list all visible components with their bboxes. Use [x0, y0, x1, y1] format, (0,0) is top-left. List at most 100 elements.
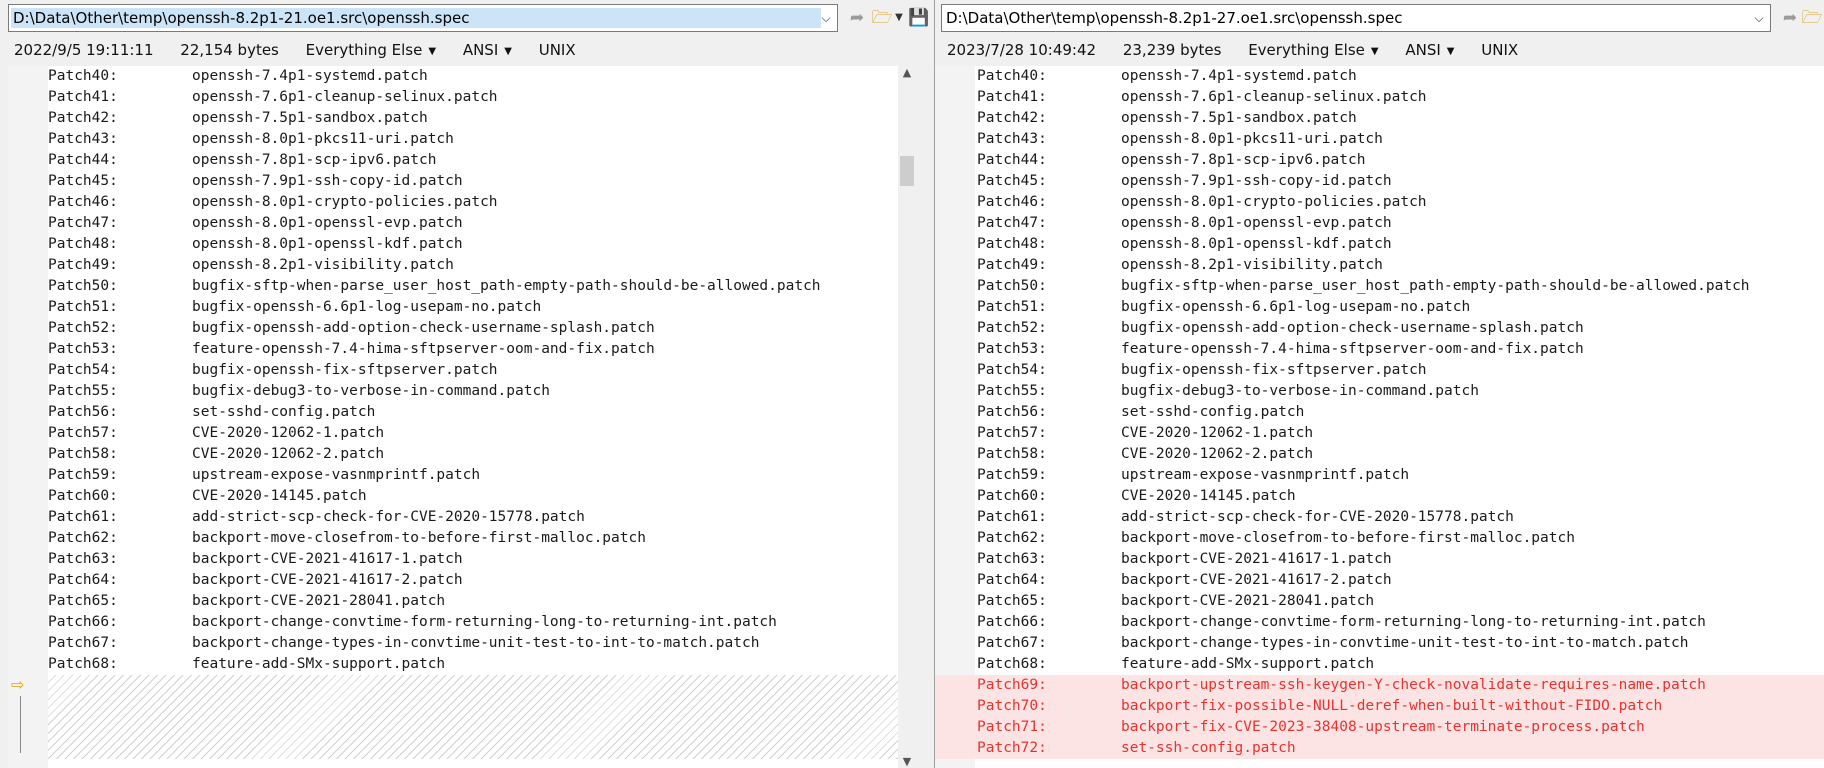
diff-line[interactable]: Patch47: openssh-8.0p1-openssl-evp.patch — [935, 213, 1824, 234]
diff-line[interactable]: Patch68: feature-add-SMx-support.patch — [8, 654, 916, 675]
diff-line[interactable]: Patch63: backport-CVE-2021-41617-1.patch — [8, 549, 916, 570]
right-path-input[interactable]: D:\Data\Other\temp\openssh-8.2p1-27.oe1.… — [944, 8, 1404, 28]
diff-line[interactable]: Patch48: openssh-8.0p1-openssl-kdf.patch — [8, 234, 916, 255]
right-path-combobox[interactable]: D:\Data\Other\temp\openssh-8.2p1-27.oe1.… — [941, 4, 1771, 32]
diff-line[interactable]: Patch40: openssh-7.4p1-systemd.patch — [935, 66, 1824, 87]
diff-line[interactable]: Patch46: openssh-8.0p1-crypto-policies.pa… — [8, 192, 916, 213]
diff-line[interactable]: Patch56: set-sshd-config.patch — [935, 402, 1824, 423]
right-encoding-dropdown[interactable]: ANSI ▼ — [1405, 38, 1454, 64]
diff-line[interactable]: Patch55: bugfix-debug3-to-verbose-in-comm… — [935, 381, 1824, 402]
diff-line[interactable]: Patch63: backport-CVE-2021-41617-1.patch — [935, 549, 1824, 570]
diff-line[interactable]: Patch56: set-sshd-config.patch — [8, 402, 916, 423]
next-difference-icon[interactable]: ➦ — [1779, 4, 1801, 32]
diff-line[interactable]: Patch54: bugfix-openssh-fix-sftpserver.pa… — [8, 360, 916, 381]
save-icon[interactable]: 💾 — [908, 4, 929, 32]
diff-line[interactable]: Patch65: backport-CVE-2021-28041.patch — [8, 591, 916, 612]
diff-line[interactable]: Patch60: CVE-2020-14145.patch — [8, 486, 916, 507]
left-line-ending[interactable]: UNIX — [539, 38, 576, 62]
scroll-down-icon[interactable]: ▼ — [898, 755, 916, 768]
patch-file: feature-add-SMx-support.patch — [1121, 656, 1375, 672]
open-folder-icon[interactable]: 🗁 — [1801, 4, 1823, 32]
left-path-combobox[interactable]: D:\Data\Other\temp\openssh-8.2p1-21.oe1.… — [8, 4, 838, 32]
right-editor[interactable]: ⇦ Patch40:openssh-7.4p1-systemd.patchPat… — [935, 66, 1824, 768]
diff-line[interactable]: Patch58: CVE-2020-12062-2.patch — [935, 444, 1824, 465]
patch-file: openssh-8.0p1-openssl-evp.patch — [1121, 215, 1392, 231]
patch-key: Patch63: — [977, 551, 1047, 567]
diff-line[interactable]: Patch62: backport-move-closefrom-to-befor… — [935, 528, 1824, 549]
left-editor[interactable]: ⇨ Patch40: openssh-7.4p1-systemd.patch Pat… — [8, 66, 916, 768]
scroll-up-icon[interactable]: ▲ — [898, 66, 916, 79]
left-filter-dropdown[interactable]: Everything Else ▼ — [306, 38, 436, 64]
patch-key: Patch66: — [48, 614, 118, 630]
scrollbar-thumb[interactable] — [900, 156, 914, 186]
left-path-row: D:\Data\Other\temp\openssh-8.2p1-21.oe1.… — [8, 4, 929, 32]
diff-line[interactable]: Patch48: openssh-8.0p1-openssl-kdf.patch — [935, 234, 1824, 255]
next-difference-icon[interactable]: ➦ — [846, 4, 868, 32]
diff-line[interactable]: Patch50: bugfix-sftp-when-parse_user_host… — [935, 276, 1824, 297]
diff-line[interactable]: Patch45: openssh-7.9p1-ssh-copy-id.patch — [8, 171, 916, 192]
diff-line[interactable]: Patch66: backport-change-convtime-form-re… — [8, 612, 916, 633]
diff-line[interactable]: Patch59: upstream-expose-vasnmprintf.patc… — [8, 465, 916, 486]
diff-line[interactable]: Patch45: openssh-7.9p1-ssh-copy-id.patch — [935, 171, 1824, 192]
diff-line[interactable]: Patch41: openssh-7.6p1-cleanup-selinux.pa… — [935, 87, 1824, 108]
patch-file: backport-CVE-2021-41617-1.patch — [192, 551, 463, 567]
right-info-bar: 2023/7/28 10:49:42 23,239 bytes Everythi… — [947, 38, 1540, 62]
patch-file: add-strict-scp-check-for-CVE-2020-15778.… — [192, 509, 585, 525]
diff-line[interactable]: Patch67: backport-change-types-in-convtim… — [8, 633, 916, 654]
diff-line-added[interactable]: Patch72: set-ssh-config.patch — [935, 738, 1824, 759]
diff-line[interactable]: Patch41: openssh-7.6p1-cleanup-selinux.pa… — [8, 87, 916, 108]
diff-line[interactable]: Patch68: feature-add-SMx-support.patch — [935, 654, 1824, 675]
diff-line[interactable]: Patch54: bugfix-openssh-fix-sftpserver.pa… — [935, 360, 1824, 381]
diff-line[interactable]: Patch42: openssh-7.5p1-sandbox.patch — [935, 108, 1824, 129]
diff-line-added[interactable]: Patch71: backport-fix-CVE-2023-38408-upst… — [935, 717, 1824, 738]
patch-key: Patch46: — [48, 194, 118, 210]
diff-line-added[interactable]: Patch70: backport-fix-possible-NULL-deref… — [935, 696, 1824, 717]
diff-line[interactable]: Patch59: upstream-expose-vasnmprintf.patc… — [935, 465, 1824, 486]
diff-line[interactable]: Patch57: CVE-2020-12062-1.patch — [935, 423, 1824, 444]
patch-file: bugfix-openssh-fix-sftpserver.patch — [1121, 362, 1427, 378]
right-filter-dropdown[interactable]: Everything Else ▼ — [1248, 38, 1378, 64]
diff-line[interactable]: Patch43: openssh-8.0p1-pkcs11-uri.patch — [8, 129, 916, 150]
diff-line[interactable]: Patch67: backport-change-types-in-convtim… — [935, 633, 1824, 654]
diff-arrow-icon[interactable]: ⇨ — [11, 676, 24, 694]
open-folder-icon[interactable]: 🗁 — [870, 4, 894, 32]
diff-line[interactable]: Patch42: openssh-7.5p1-sandbox.patch — [8, 108, 916, 129]
diff-line[interactable]: Patch61: add-strict-scp-check-for-CVE-202… — [8, 507, 916, 528]
diff-line[interactable]: Patch52: bugfix-openssh-add-option-check-… — [935, 318, 1824, 339]
diff-line[interactable]: Patch57: CVE-2020-12062-1.patch — [8, 423, 916, 444]
diff-line[interactable]: Patch53: feature-openssh-7.4-hima-sftpser… — [935, 339, 1824, 360]
patch-file: backport-fix-possible-NULL-deref-when-bu… — [1121, 698, 1663, 714]
diff-line[interactable]: Patch47: openssh-8.0p1-openssl-evp.patch — [8, 213, 916, 234]
diff-line[interactable]: Patch65: backport-CVE-2021-28041.patch — [935, 591, 1824, 612]
diff-line[interactable]: Patch43: openssh-8.0p1-pkcs11-uri.patch — [935, 129, 1824, 150]
diff-line[interactable]: Patch51: bugfix-openssh-6.6p1-log-usepam-… — [935, 297, 1824, 318]
diff-line[interactable]: Patch55: bugfix-debug3-to-verbose-in-comm… — [8, 381, 916, 402]
diff-line[interactable]: Patch58: CVE-2020-12062-2.patch — [8, 444, 916, 465]
diff-line[interactable]: Patch49: openssh-8.2p1-visibility.patch — [935, 255, 1824, 276]
diff-line[interactable]: Patch46: openssh-8.0p1-crypto-policies.pa… — [935, 192, 1824, 213]
diff-line[interactable]: Patch60: CVE-2020-14145.patch — [935, 486, 1824, 507]
left-path-input[interactable]: D:\Data\Other\temp\openssh-8.2p1-21.oe1.… — [11, 8, 821, 28]
diff-line[interactable]: Patch53: feature-openssh-7.4-hima-sftpser… — [8, 339, 916, 360]
right-line-ending[interactable]: UNIX — [1481, 38, 1518, 62]
open-dropdown-chevron-icon[interactable]: ▼ — [892, 4, 906, 32]
diff-line[interactable]: Patch64: backport-CVE-2021-41617-2.patch — [8, 570, 916, 591]
diff-line[interactable]: Patch62: backport-move-closefrom-to-befor… — [8, 528, 916, 549]
left-vertical-scrollbar[interactable]: ▲ ▼ — [898, 66, 916, 768]
diff-line[interactable]: Patch49: openssh-8.2p1-visibility.patch — [8, 255, 916, 276]
chevron-down-icon[interactable]: ⌵ — [1748, 5, 1770, 31]
patch-key: Patch70: — [977, 698, 1047, 714]
diff-line[interactable]: Patch64: backport-CVE-2021-41617-2.patch — [935, 570, 1824, 591]
diff-line[interactable]: Patch44: openssh-7.8p1-scp-ipv6.patch — [935, 150, 1824, 171]
diff-line[interactable]: Patch66: backport-change-convtime-form-re… — [935, 612, 1824, 633]
diff-line[interactable]: Patch61: add-strict-scp-check-for-CVE-202… — [935, 507, 1824, 528]
diff-line[interactable]: Patch40: openssh-7.4p1-systemd.patch — [8, 66, 916, 87]
left-encoding-dropdown[interactable]: ANSI ▼ — [463, 38, 512, 64]
diff-line[interactable]: Patch50: bugfix-sftp-when-parse_user_host… — [8, 276, 916, 297]
diff-line-added[interactable]: Patch69: backport-upstream-ssh-keygen-Y-c… — [935, 675, 1824, 696]
diff-line[interactable]: Patch44: openssh-7.8p1-scp-ipv6.patch — [8, 150, 916, 171]
diff-line[interactable]: Patch51: bugfix-openssh-6.6p1-log-usepam-… — [8, 297, 916, 318]
diff-line[interactable]: Patch52: bugfix-openssh-add-option-check-… — [8, 318, 916, 339]
chevron-down-icon[interactable]: ⌵ — [815, 5, 837, 31]
right-filter-label: Everything Else — [1248, 41, 1365, 59]
